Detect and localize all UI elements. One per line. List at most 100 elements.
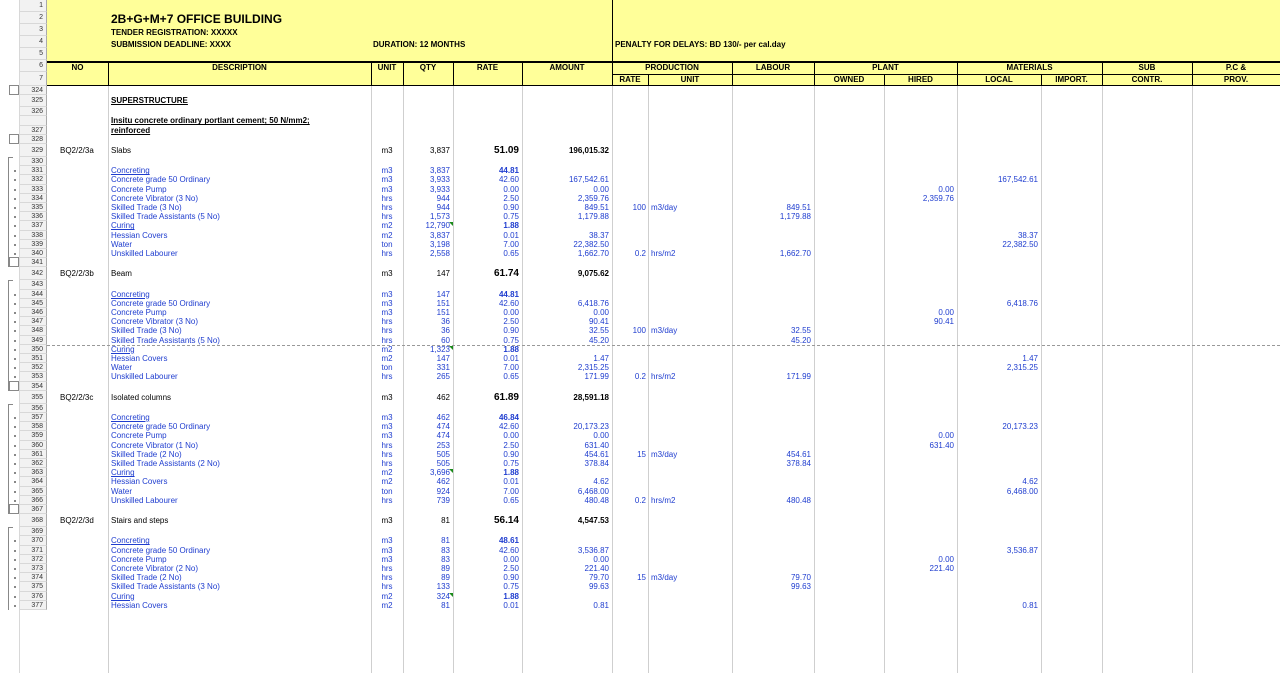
amount-cell[interactable]: 6,418.76 — [522, 299, 609, 308]
description-cell[interactable]: Concrete grade 50 Ordinary — [111, 175, 369, 184]
description-cell[interactable]: Concrete grade 50 Ordinary — [111, 422, 369, 431]
col-production[interactable]: PRODUCTION — [612, 63, 732, 72]
qty-cell[interactable]: 474 — [403, 422, 450, 431]
materials-local-cell[interactable]: 167,542.61 — [957, 175, 1038, 184]
row-header[interactable]: 356 — [20, 403, 47, 413]
amount-cell[interactable]: 0.00 — [522, 431, 609, 440]
qty-cell[interactable]: 3,198 — [403, 240, 450, 249]
unit-cell[interactable]: hrs — [371, 564, 403, 573]
rate-cell[interactable]: 61.74 — [453, 267, 519, 280]
rate-cell[interactable]: 0.01 — [453, 231, 519, 240]
row-header[interactable]: 371 — [20, 545, 47, 555]
description-cell[interactable]: Concrete Vibrator (3 No) — [111, 317, 369, 326]
row-header[interactable]: 373 — [20, 564, 47, 574]
unit-cell[interactable]: hrs — [371, 582, 403, 591]
qty-cell[interactable]: 89 — [403, 564, 450, 573]
unit-cell[interactable]: hrs — [371, 212, 403, 221]
row-header[interactable]: 355 — [20, 390, 47, 404]
description-cell[interactable]: Concrete Vibrator (3 No) — [111, 194, 369, 203]
outline-collapse-icon[interactable] — [9, 85, 19, 96]
description-cell[interactable]: Isolated columns — [111, 391, 369, 404]
labour-cell[interactable]: 378.84 — [732, 459, 811, 468]
row-header[interactable]: 331 — [20, 166, 47, 176]
row-header[interactable]: 3 — [20, 24, 47, 36]
description-cell[interactable]: Water — [111, 240, 369, 249]
unit-cell[interactable]: hrs — [371, 317, 403, 326]
rate-cell[interactable]: 2.50 — [453, 564, 519, 573]
labour-cell[interactable]: 1,662.70 — [732, 249, 811, 258]
amount-cell[interactable]: 171.99 — [522, 372, 609, 381]
amount-cell[interactable]: 2,359.76 — [522, 194, 609, 203]
row-header[interactable]: 1 — [20, 0, 47, 12]
description-cell[interactable]: Unskilled Labourer — [111, 249, 369, 258]
qty-cell[interactable]: 36 — [403, 317, 450, 326]
amount-cell[interactable]: 631.40 — [522, 441, 609, 450]
description-cell[interactable]: Curing — [111, 221, 369, 230]
unit-cell[interactable]: m3 — [371, 144, 403, 157]
col-prod-unit[interactable]: UNIT — [648, 75, 732, 84]
col-hired[interactable]: HIRED — [884, 75, 957, 84]
amount-cell[interactable]: 0.00 — [522, 308, 609, 317]
row-header[interactable]: 332 — [20, 175, 47, 185]
unit-cell[interactable]: m2 — [371, 477, 403, 486]
qty-cell[interactable]: 3,837 — [403, 231, 450, 240]
row-header[interactable]: 336 — [20, 212, 47, 222]
row-header[interactable]: 341 — [20, 258, 47, 268]
plant-hired-cell[interactable]: 221.40 — [884, 564, 954, 573]
row-header[interactable]: 352 — [20, 363, 47, 373]
row-header[interactable]: 357 — [20, 413, 47, 423]
unit-cell[interactable]: m2 — [371, 601, 403, 610]
description-cell[interactable]: Water — [111, 487, 369, 496]
unit-cell[interactable]: m3 — [371, 546, 403, 555]
production-unit-cell[interactable]: m3/day — [651, 203, 731, 212]
rate-cell[interactable]: 0.00 — [453, 555, 519, 564]
rate-cell[interactable]: 42.60 — [453, 299, 519, 308]
amount-cell[interactable]: 32.55 — [522, 326, 609, 335]
description-cell[interactable]: Unskilled Labourer — [111, 496, 369, 505]
rate-cell[interactable]: 56.14 — [453, 514, 519, 527]
row-header[interactable]: 362 — [20, 459, 47, 469]
qty-cell[interactable]: 462 — [403, 391, 450, 404]
row-header[interactable]: 377 — [20, 600, 47, 610]
col-pc[interactable]: P.C & — [1192, 63, 1280, 72]
qty-cell[interactable]: 3,933 — [403, 175, 450, 184]
row-header[interactable]: 333 — [20, 184, 47, 194]
amount-cell[interactable]: 1,179.88 — [522, 212, 609, 221]
description-cell[interactable]: Concreting — [111, 166, 369, 175]
description-cell[interactable]: Stairs and steps — [111, 514, 369, 527]
col-no[interactable]: NO — [47, 63, 108, 72]
col-owned[interactable]: OWNED — [814, 75, 884, 84]
col-prod-rate[interactable]: RATE — [612, 75, 648, 84]
unit-cell[interactable]: m3 — [371, 166, 403, 175]
qty-cell[interactable]: 462 — [403, 477, 450, 486]
amount-cell[interactable]: 79.70 — [522, 573, 609, 582]
row-header[interactable]: 342 — [20, 267, 47, 281]
row-header[interactable]: 365 — [20, 486, 47, 496]
description-cell[interactable]: Concreting — [111, 290, 369, 299]
rate-cell[interactable]: 0.90 — [453, 450, 519, 459]
description-cell[interactable]: Concrete grade 50 Ordinary — [111, 546, 369, 555]
description-cell[interactable]: Skilled Trade Assistants (5 No) — [111, 336, 369, 345]
row-header[interactable]: 327 — [20, 125, 47, 135]
rate-cell[interactable]: 1.88 — [453, 345, 519, 354]
rate-cell[interactable]: 0.00 — [453, 185, 519, 194]
description-cell[interactable]: SUPERSTRUCTURE — [111, 95, 369, 107]
rate-cell[interactable]: 0.65 — [453, 249, 519, 258]
qty-cell[interactable]: 1,323 — [403, 345, 450, 354]
col-labour[interactable]: LABOUR — [732, 63, 814, 72]
production-unit-cell[interactable]: m3/day — [651, 450, 731, 459]
description-cell[interactable]: Hessian Covers — [111, 354, 369, 363]
amount-cell[interactable]: 20,173.23 — [522, 422, 609, 431]
unit-cell[interactable]: m2 — [371, 592, 403, 601]
col-rate[interactable]: RATE — [453, 63, 522, 72]
qty-cell[interactable]: 265 — [403, 372, 450, 381]
rate-cell[interactable]: 61.89 — [453, 391, 519, 404]
qty-cell[interactable]: 81 — [403, 514, 450, 527]
rate-cell[interactable]: 2.50 — [453, 317, 519, 326]
row-header[interactable]: 346 — [20, 308, 47, 318]
unit-cell[interactable]: m3 — [371, 536, 403, 545]
row-header[interactable]: 7 — [20, 72, 47, 86]
qty-cell[interactable]: 462 — [403, 413, 450, 422]
row-header[interactable]: 376 — [20, 591, 47, 601]
qty-cell[interactable]: 36 — [403, 326, 450, 335]
